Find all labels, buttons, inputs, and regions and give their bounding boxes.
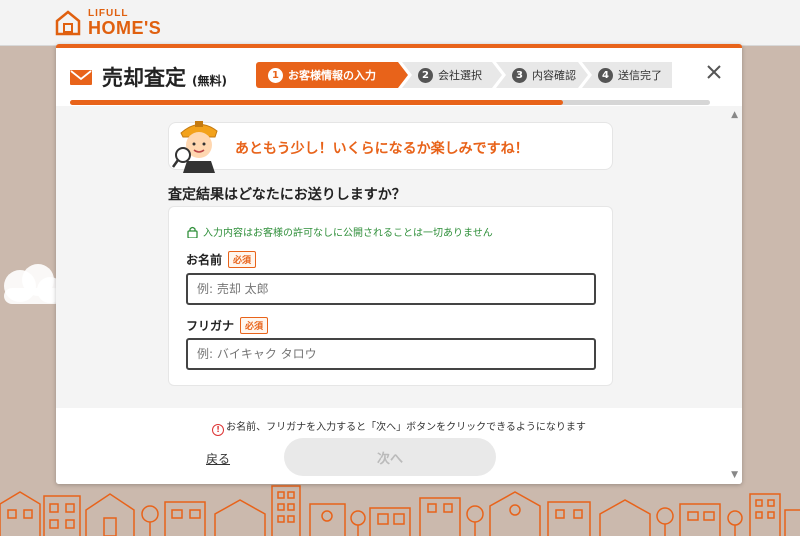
step-indicator: 1 お客様情報の入力 2 会社選択 3 内容確認 4 送信完了 xyxy=(256,62,672,88)
step-number: 1 xyxy=(268,68,283,83)
exclamation-icon: ! xyxy=(212,424,225,436)
next-button[interactable]: 次へ xyxy=(284,438,496,476)
notice-text: お名前、フリガナを入力すると「次へ」ボタンをクリックできるようになります xyxy=(226,422,586,433)
modal-title-sub: (無料) xyxy=(192,74,227,88)
name-input[interactable] xyxy=(186,273,596,305)
step-2: 2 会社選択 xyxy=(402,62,502,88)
modal-header: 売却査定 (無料) 1 お客様情報の入力 2 会社選択 3 内容確認 4 送信完了 xyxy=(56,48,742,106)
step-4: 4 送信完了 xyxy=(582,62,672,88)
name-label-row: お名前 必須 xyxy=(186,251,257,268)
notice: ! お名前、フリガナを入力すると「次へ」ボタンをクリックできるようになります xyxy=(56,418,742,436)
lock-icon xyxy=(187,226,198,238)
scroll-up-icon[interactable]: ▲ xyxy=(731,110,738,120)
sale-assessment-modal: 売却査定 (無料) 1 お客様情報の入力 2 会社選択 3 内容確認 4 送信完了 xyxy=(56,44,742,484)
step-1: 1 お客様情報の入力 xyxy=(256,62,408,88)
mail-icon xyxy=(70,70,92,85)
logo[interactable]: LIFULL HOME'S xyxy=(54,7,161,39)
step-number: 3 xyxy=(512,68,527,83)
required-badge: 必須 xyxy=(228,251,257,268)
house-logo-icon xyxy=(55,10,81,36)
close-icon[interactable] xyxy=(704,62,724,82)
step-number: 4 xyxy=(598,67,613,83)
privacy-note-text: 入力内容はお客様の許可なしに公開されることは一切ありません xyxy=(203,228,493,239)
encouragement-text: あともう少し！いくらになるか楽しみですね！ xyxy=(235,141,529,157)
logo-big-text: HOME'S xyxy=(88,18,162,38)
detective-mascot-icon xyxy=(171,121,218,173)
question-heading: 査定結果はどなたにお送りしますか？ xyxy=(168,187,406,203)
contact-form-card: 入力内容はお客様の許可なしに公開されることは一切ありません お名前 必須 フリガ… xyxy=(168,206,613,386)
step-label: 内容確認 xyxy=(532,69,576,82)
required-badge: 必須 xyxy=(240,317,269,334)
privacy-note: 入力内容はお客様の許可なしに公開されることは一切ありません xyxy=(187,224,493,239)
step-label: お客様情報の入力 xyxy=(288,69,376,82)
modal-title-text: 売却査定 xyxy=(102,66,186,90)
scroll-down-icon[interactable]: ▼ xyxy=(731,470,738,480)
progress-bar xyxy=(70,100,710,105)
step-label: 会社選択 xyxy=(438,69,482,82)
step-number: 2 xyxy=(418,68,433,83)
furigana-label: フリガナ xyxy=(186,319,235,333)
furigana-label-row: フリガナ 必須 xyxy=(186,317,269,334)
modal-title: 売却査定 (無料) xyxy=(102,62,227,92)
step-label: 送信完了 xyxy=(618,69,662,82)
furigana-input[interactable] xyxy=(186,338,596,370)
modal-footer: ! お名前、フリガナを入力すると「次へ」ボタンをクリックできるようになります 戻る… xyxy=(56,408,742,484)
top-bar: LIFULL HOME'S xyxy=(0,0,800,46)
message-bubble: あともう少し！いくらになるか楽しみですね！ xyxy=(168,121,613,173)
name-label: お名前 xyxy=(186,253,223,267)
progress-bar-fill xyxy=(70,100,563,105)
back-link[interactable]: 戻る xyxy=(206,450,230,467)
step-3: 3 内容確認 xyxy=(496,62,588,88)
modal-body[interactable]: ▲ あともう少し！いくらになるか楽しみですね！ 査定結果はどなたにお送りしますか… xyxy=(56,106,742,408)
